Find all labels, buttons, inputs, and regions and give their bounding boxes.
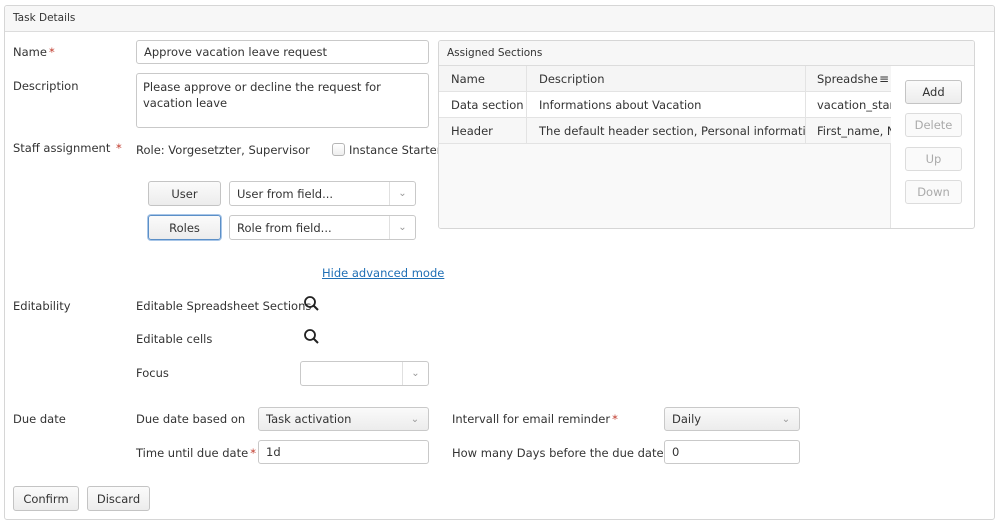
role-from-field-select[interactable]: Role from field... ⌄: [229, 215, 416, 240]
delete-button[interactable]: Delete: [905, 113, 962, 137]
chevron-down-icon: ⌄: [410, 413, 420, 425]
sections-grid: Name Description Spreadshe ≡ Data section…: [439, 66, 891, 228]
name-label: Name *: [13, 45, 55, 59]
days-before-due-input[interactable]: 0: [664, 440, 800, 464]
due-date-based-on-value: Task activation: [266, 412, 352, 426]
row-description: Informations about Vacation: [527, 92, 806, 117]
editability-label: Editability: [13, 299, 71, 313]
required-marker: *: [115, 141, 122, 155]
email-reminder-value: Daily: [672, 412, 702, 426]
focus-label: Focus: [136, 366, 169, 380]
chevron-down-icon: ⌄: [781, 413, 791, 425]
add-button[interactable]: Add: [905, 80, 962, 104]
column-header-description[interactable]: Description: [527, 66, 806, 91]
panel-title: Task Details: [5, 6, 994, 32]
focus-select[interactable]: ⌄: [300, 361, 429, 386]
table-row[interactable]: Data section Informations about Vacation…: [439, 92, 891, 118]
description-label: Description: [13, 79, 79, 93]
time-until-due-input[interactable]: 1d: [258, 440, 429, 464]
user-select-value: User from field...: [237, 186, 334, 201]
assigned-sections-title: Assigned Sections: [439, 41, 974, 66]
editable-cells-label: Editable cells: [136, 332, 213, 346]
assigned-sections-panel: Assigned Sections Name Description Sprea…: [438, 40, 975, 229]
roles-button[interactable]: Roles: [148, 215, 221, 240]
row-spreadsheet: First_name, Na: [817, 123, 891, 138]
instance-starter-checkbox[interactable]: [332, 143, 345, 156]
user-button[interactable]: User: [148, 181, 221, 206]
due-date-based-on-select[interactable]: Task activation ⌄: [258, 407, 429, 431]
row-name: Header: [439, 118, 527, 143]
search-icon[interactable]: [303, 328, 321, 346]
discard-button[interactable]: Discard: [87, 486, 150, 511]
column-header-name[interactable]: Name: [439, 66, 527, 91]
instance-starter-label: Instance Starter: [349, 143, 442, 157]
role-text: Role: Vorgesetzter, Supervisor: [136, 143, 310, 157]
editable-sections-label: Editable Spreadsheet Sections: [136, 299, 312, 313]
row-name: Data section: [439, 92, 527, 117]
table-row[interactable]: Header The default header section, Perso…: [439, 118, 891, 144]
chevron-down-icon: ⌄: [389, 182, 415, 205]
row-description: The default header section, Personal inf…: [527, 118, 806, 143]
column-header-spreadsheet[interactable]: Spreadshe ≡: [806, 66, 891, 91]
column-menu-icon[interactable]: ≡: [879, 72, 889, 86]
description-textarea[interactable]: Please approve or decline the request fo…: [136, 73, 429, 128]
email-reminder-label: Intervall for email reminder *: [452, 412, 618, 426]
due-date-based-on-label: Due date based on: [136, 412, 246, 426]
staff-assignment-label: Staff assignment *: [13, 141, 122, 155]
name-input[interactable]: Approve vacation leave request: [136, 40, 429, 64]
row-spreadsheet: vacation_start,: [817, 97, 891, 112]
role-select-value: Role from field...: [237, 220, 332, 235]
required-marker: *: [612, 412, 618, 426]
hide-advanced-mode-link[interactable]: Hide advanced mode: [322, 266, 444, 280]
days-before-due-label: How many Days before the due date?*: [452, 446, 677, 460]
required-marker: *: [250, 446, 256, 460]
chevron-down-icon: ⌄: [402, 362, 428, 385]
search-icon[interactable]: [303, 295, 321, 313]
up-button[interactable]: Up: [905, 147, 962, 171]
due-date-label: Due date: [13, 412, 66, 426]
down-button[interactable]: Down: [905, 180, 962, 204]
user-from-field-select[interactable]: User from field... ⌄: [229, 181, 416, 206]
email-reminder-select[interactable]: Daily ⌄: [664, 407, 800, 431]
time-until-due-label: Time until due date *: [136, 446, 256, 460]
required-marker: *: [48, 45, 55, 59]
chevron-down-icon: ⌄: [389, 216, 415, 239]
confirm-button[interactable]: Confirm: [13, 486, 79, 511]
grid-header-row: Name Description Spreadshe ≡: [439, 66, 891, 92]
